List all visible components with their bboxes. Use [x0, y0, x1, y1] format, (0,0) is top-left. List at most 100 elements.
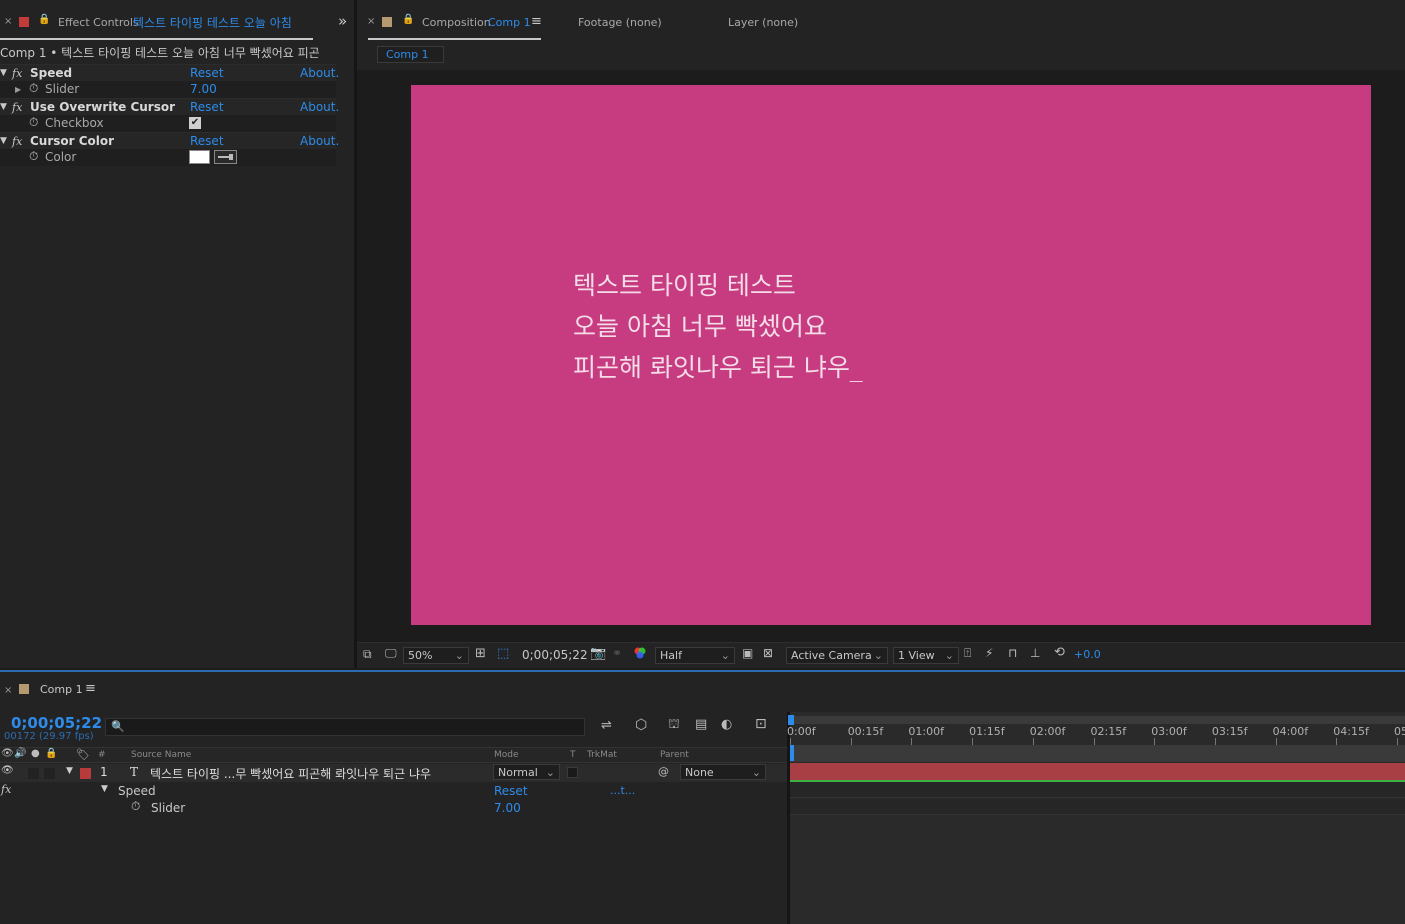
exposure-value[interactable]: +0.0: [1074, 648, 1101, 661]
reset-exposure-icon[interactable]: ⟲: [1054, 645, 1065, 660]
current-time-display[interactable]: 0;00;05;22: [522, 648, 588, 662]
about-link[interactable]: About.: [300, 65, 339, 82]
resolution-dropdown[interactable]: Half ⌄: [655, 647, 735, 664]
effect-group-cursor-color[interactable]: ▼ fx Cursor Color Reset About.: [0, 132, 339, 150]
solo-icon[interactable]: ●: [31, 748, 40, 759]
about-link[interactable]: About.: [300, 133, 339, 150]
reset-button[interactable]: Reset: [494, 784, 528, 798]
checkbox-control[interactable]: ✔: [189, 117, 201, 129]
eyedropper-icon[interactable]: [214, 150, 237, 164]
lock-icon[interactable]: 🔒: [45, 748, 57, 759]
timeline-current-time[interactable]: 0;00;05;22: [11, 714, 102, 732]
monitor-icon[interactable]: 🖵: [385, 646, 397, 661]
motion-blur-icon[interactable]: ◐: [721, 717, 732, 732]
timeline-icon[interactable]: ⊓: [1008, 646, 1017, 660]
lock-toggle[interactable]: [44, 768, 55, 779]
disclosure-triangle-icon[interactable]: ▼: [101, 784, 108, 794]
composition-canvas[interactable]: 텍스트 타이핑 테스트 오늘 아침 너무 빡셌어요 피곤해 롸잇나우 퇴근 냐우…: [411, 85, 1371, 625]
close-icon[interactable]: ×: [4, 685, 12, 696]
close-icon[interactable]: ×: [367, 16, 375, 27]
preserve-transparency-checkbox[interactable]: [567, 767, 578, 778]
slider-value[interactable]: 7.00: [494, 801, 521, 815]
stopwatch-icon[interactable]: ⏱: [131, 799, 140, 814]
timeline-search-field[interactable]: 🔍: [105, 718, 585, 736]
slider-value[interactable]: 7.00: [190, 81, 217, 98]
param-row[interactable]: ⏱ Slider 7.00: [0, 799, 787, 816]
comp-mini-flowchart-icon[interactable]: ⇌: [601, 718, 612, 733]
composition-tab-label[interactable]: Composition: [422, 16, 491, 29]
time-ruler[interactable]: 0:00f 00:15f 01:00f 01:15f 02:00f 02:15f 03:00…: [787, 725, 1405, 745]
views-dropdown[interactable]: 1 View ⌄: [893, 647, 959, 664]
disclosure-triangle-icon[interactable]: ▼: [0, 99, 7, 116]
reset-button[interactable]: Reset: [190, 99, 224, 116]
work-area-start-handle[interactable]: [788, 715, 794, 725]
fx-icon[interactable]: fx: [1, 783, 11, 796]
effect-group-use-overwrite-cursor[interactable]: ▼ fx Use Overwrite Cursor Reset About.: [0, 98, 339, 116]
region-of-interest-icon[interactable]: ▣: [742, 646, 753, 660]
about-link[interactable]: About.: [300, 99, 339, 116]
column-t[interactable]: T: [570, 750, 576, 760]
fx-icon[interactable]: fx: [12, 133, 22, 150]
frame-blending-icon[interactable]: ▤: [695, 717, 707, 732]
fast-previews-icon[interactable]: ⚡: [985, 646, 993, 660]
composition-tab-comp[interactable]: Comp 1: [488, 16, 531, 29]
panel-menu-icon[interactable]: ≡: [85, 681, 96, 696]
shy-layers-icon[interactable]: ⛫: [668, 717, 680, 734]
column-source-name[interactable]: Source Name: [131, 750, 191, 760]
stopwatch-icon[interactable]: ⏱: [29, 80, 38, 97]
column-parent[interactable]: Parent: [660, 750, 689, 760]
work-area-bar[interactable]: [790, 716, 1405, 724]
draft-3d-icon[interactable]: ⬡: [635, 717, 647, 733]
solo-toggle[interactable]: [28, 768, 39, 779]
column-trkmat[interactable]: TrkMat: [587, 750, 617, 760]
lock-icon[interactable]: 🔒: [38, 14, 50, 25]
column-number[interactable]: #: [98, 750, 106, 760]
fx-icon[interactable]: fx: [12, 65, 22, 82]
canvas-text-layer[interactable]: 텍스트 타이핑 테스트 오늘 아침 너무 빡셌어요 피곤해 롸잇나우 퇴근 냐우…: [573, 265, 862, 388]
panel-expand-icon[interactable]: »: [338, 12, 347, 30]
layer-label-color[interactable]: [80, 768, 91, 779]
eye-icon[interactable]: 👁: [1, 748, 14, 759]
lock-icon[interactable]: 🔒: [402, 14, 414, 25]
flowchart-icon[interactable]: ⊥: [1030, 646, 1040, 660]
disclosure-triangle-icon[interactable]: ▼: [66, 766, 73, 776]
channel-rgb-icon[interactable]: [633, 646, 647, 660]
panel-menu-icon[interactable]: ≡: [531, 14, 542, 29]
stopwatch-icon[interactable]: ⏱: [29, 148, 38, 165]
graph-editor-icon[interactable]: ⊡: [755, 716, 767, 732]
mask-visibility-icon[interactable]: ⬚: [497, 646, 509, 661]
effect-group-speed[interactable]: ▼ fx Speed Reset About.: [0, 64, 339, 82]
transparency-grid-icon[interactable]: ⊠: [763, 646, 773, 660]
audio-icon[interactable]: 🔊: [14, 748, 26, 759]
close-icon[interactable]: ×: [4, 16, 12, 27]
label-tag-icon[interactable]: 🏷: [76, 748, 90, 761]
timeline-tab[interactable]: Comp 1: [40, 683, 83, 696]
snapshot-icon[interactable]: 📷: [590, 646, 606, 661]
playhead[interactable]: [790, 745, 794, 761]
stopwatch-icon[interactable]: ⏱: [29, 114, 38, 131]
expand-triangle-icon[interactable]: ▶: [15, 81, 21, 98]
layer-name[interactable]: 텍스트 타이핑 ...무 빡셌어요 피곤해 롸잇나우 퇴근 냐우: [150, 765, 431, 782]
eye-icon[interactable]: 👁: [1, 765, 14, 776]
reset-button[interactable]: Reset: [190, 133, 224, 150]
effect-controls-layer-name[interactable]: 텍스트 타이핑 테스트 오늘 아침: [133, 14, 315, 31]
disclosure-triangle-icon[interactable]: ▼: [0, 65, 7, 82]
always-preview-icon[interactable]: ⧉: [363, 647, 372, 662]
camera-dropdown[interactable]: Active Camera ⌄: [786, 647, 888, 664]
effect-row[interactable]: fx ▼ Speed Reset ...t...: [0, 783, 787, 799]
parent-dropdown[interactable]: None ⌄: [680, 764, 766, 780]
layer-tab[interactable]: Layer (none): [728, 16, 798, 29]
layer-duration-bar[interactable]: [790, 763, 1405, 781]
pick-whip-icon[interactable]: @: [658, 765, 669, 778]
comp-navigator-tab[interactable]: Comp 1: [377, 46, 444, 63]
fx-icon[interactable]: fx: [12, 99, 22, 116]
toggle-pixel-aspect-icon[interactable]: ⍐: [964, 646, 971, 661]
grid-guides-icon[interactable]: ⊞: [475, 646, 486, 661]
about-link[interactable]: ...t...: [610, 784, 635, 797]
effect-controls-tab-label[interactable]: Effect Controls: [58, 16, 139, 29]
zoom-dropdown[interactable]: 50% ⌄: [403, 647, 469, 664]
show-snapshot-icon[interactable]: ⚭: [612, 646, 622, 660]
column-mode[interactable]: Mode: [494, 750, 519, 760]
footage-tab[interactable]: Footage (none): [578, 16, 662, 29]
blend-mode-dropdown[interactable]: Normal ⌄: [493, 764, 560, 780]
